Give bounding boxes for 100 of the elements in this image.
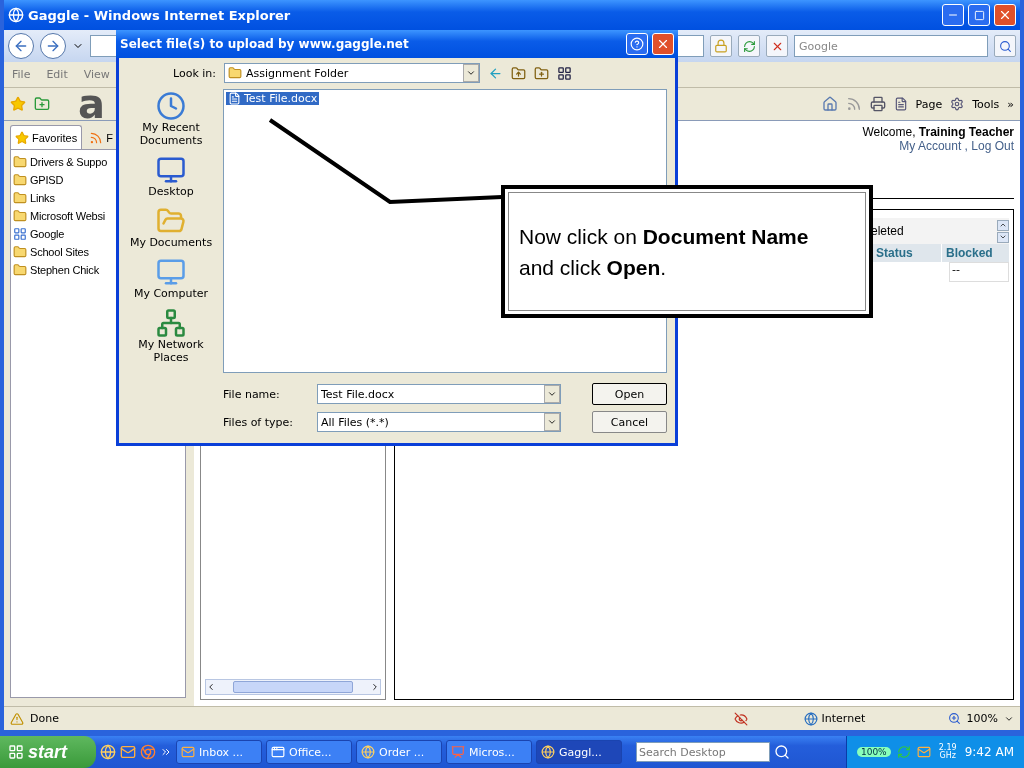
new-folder-icon[interactable] xyxy=(534,65,549,81)
battery-indicator: 100% xyxy=(856,747,891,757)
scroll-up-button[interactable] xyxy=(997,219,1009,231)
field-label: Look in: xyxy=(173,66,216,80)
chevron-right-icon xyxy=(370,682,380,692)
search-button[interactable] xyxy=(994,35,1016,57)
look-in-dropdown[interactable]: Assignment Folder xyxy=(224,63,480,84)
places-item[interactable]: My Recent Documents xyxy=(124,91,218,147)
browser-icon[interactable] xyxy=(140,744,156,760)
more-button[interactable]: » xyxy=(1007,97,1014,111)
browser-icon[interactable] xyxy=(100,744,116,760)
file-name-field[interactable]: Test File.docx xyxy=(317,384,561,404)
favorite-link[interactable]: Google xyxy=(30,228,65,240)
open-button[interactable]: Open xyxy=(592,383,667,405)
taskbar-button[interactable]: Inbox ... xyxy=(176,740,262,764)
file-type-dropdown[interactable]: All Files (*.*) xyxy=(317,412,561,432)
print-icon[interactable] xyxy=(869,96,886,112)
welcome-text: Welcome, Training Teacher xyxy=(862,125,1014,139)
window-icon xyxy=(271,745,285,759)
refresh-button[interactable] xyxy=(738,35,760,57)
folder-icon xyxy=(13,245,27,259)
menu-item[interactable]: File xyxy=(12,68,31,81)
up-folder-icon[interactable] xyxy=(511,65,526,81)
menu-item[interactable]: View xyxy=(83,68,110,81)
arrow-right-icon xyxy=(45,38,61,54)
window-title: Gaggle - Windows Internet Explorer xyxy=(28,7,291,23)
scrollbar[interactable] xyxy=(205,679,381,695)
back-button[interactable] xyxy=(8,33,34,59)
feed-icon[interactable] xyxy=(845,96,862,112)
search-icon[interactable] xyxy=(774,744,790,760)
back-icon[interactable] xyxy=(488,65,503,81)
account-link[interactable]: My Account xyxy=(899,139,962,153)
page-icon xyxy=(893,97,908,111)
desktop-search-field[interactable]: Search Desktop xyxy=(636,742,770,762)
mail-icon[interactable] xyxy=(120,744,136,760)
privacy-icon xyxy=(733,711,748,726)
folder-icon xyxy=(13,263,27,277)
monitor-icon xyxy=(156,155,186,185)
network-icon xyxy=(156,308,186,338)
places-item[interactable]: My Network Places xyxy=(124,308,218,364)
file-item[interactable]: Test File.docx xyxy=(226,92,320,105)
favorite-link[interactable]: School Sites xyxy=(30,246,89,258)
menu-item[interactable]: Edit xyxy=(46,68,68,81)
logout-link[interactable]: Log Out xyxy=(971,139,1014,153)
chevron-up-icon xyxy=(999,221,1007,229)
help-icon xyxy=(630,36,644,51)
scroll-down-button[interactable] xyxy=(997,231,1009,243)
places-item[interactable]: My Computer xyxy=(124,257,218,300)
star-icon xyxy=(15,130,29,145)
chevron-left-icon xyxy=(206,682,216,692)
taskbar-button[interactable]: Order ... xyxy=(356,740,442,764)
zone-text: Internet xyxy=(821,712,867,725)
gear-icon xyxy=(950,97,965,111)
cpu-speed: 2.19 GHz xyxy=(937,744,958,760)
favorite-link[interactable]: Stephen Chick xyxy=(30,264,99,276)
cancel-button[interactable]: Cancel xyxy=(592,411,667,433)
tools-menu[interactable]: Tools xyxy=(972,97,1000,111)
maximize-button[interactable] xyxy=(968,4,990,26)
favorites-tab[interactable]: F xyxy=(84,125,118,149)
help-button[interactable] xyxy=(626,32,648,55)
taskbar-button[interactable]: Office... xyxy=(266,740,352,764)
search-field[interactable]: Google xyxy=(794,35,988,57)
clock: 9:42 AM xyxy=(964,745,1014,759)
page-menu[interactable]: Page xyxy=(915,97,943,111)
globe-icon xyxy=(8,7,24,23)
taskbar-button[interactable]: Micros... xyxy=(446,740,532,764)
overlay-letter: a xyxy=(78,84,105,124)
more-icon[interactable] xyxy=(160,746,172,758)
globe-icon xyxy=(361,745,375,759)
favorite-link[interactable]: Links xyxy=(30,192,55,204)
field-label: File name: xyxy=(223,387,281,401)
star-icon[interactable] xyxy=(10,96,26,112)
document-icon xyxy=(228,92,241,105)
close-button[interactable] xyxy=(994,4,1016,26)
zoom-control[interactable]: 100% xyxy=(966,712,998,725)
home-icon[interactable] xyxy=(821,96,838,112)
field-label: Files of type: xyxy=(223,415,294,429)
minimize-button[interactable] xyxy=(942,4,964,26)
column-header: Blocked xyxy=(941,244,1005,262)
forward-button[interactable] xyxy=(40,33,66,59)
favorites-tab[interactable]: Favorites xyxy=(10,125,83,149)
warning-icon xyxy=(10,711,24,726)
favorite-link[interactable]: Drivers & Suppo xyxy=(30,156,108,168)
taskbar-button[interactable]: Gaggl... xyxy=(536,740,622,764)
favorite-link[interactable]: Microsoft Websi xyxy=(30,210,106,222)
caret-icon xyxy=(547,417,557,427)
close-icon xyxy=(998,8,1012,22)
places-item[interactable]: Desktop xyxy=(124,155,218,198)
favorite-link[interactable]: GPISD xyxy=(30,174,64,186)
lock-icon xyxy=(714,39,728,53)
clock-icon xyxy=(156,91,186,121)
chevron-down-icon xyxy=(999,233,1007,241)
lock-button[interactable] xyxy=(710,35,732,57)
view-menu-icon[interactable] xyxy=(557,65,572,81)
globe-icon xyxy=(541,745,555,759)
places-item[interactable]: My Documents xyxy=(124,206,218,249)
stop-button[interactable] xyxy=(766,35,788,57)
grid-icon xyxy=(13,227,27,241)
close-button[interactable] xyxy=(652,32,674,55)
add-favorite-icon[interactable] xyxy=(34,96,50,112)
